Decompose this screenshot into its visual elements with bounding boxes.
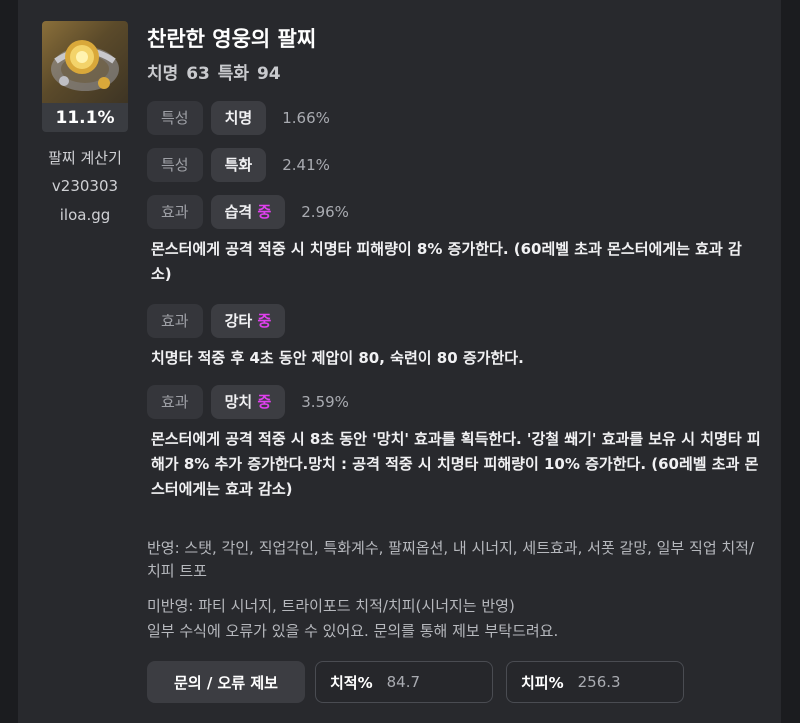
option-row: 효과 습격 중 2.96% (147, 195, 349, 229)
bracelet-icon (42, 21, 128, 105)
item-percent: 11.1% (42, 103, 128, 132)
option-name[interactable]: 강타 중 (210, 304, 286, 338)
option-row: 효과 망치 중 3.59% (147, 385, 349, 419)
option-grade: 중 (257, 203, 272, 221)
option-name[interactable]: 치명 (210, 101, 267, 135)
option-name[interactable]: 습격 중 (210, 195, 286, 229)
option-grade: 중 (257, 312, 272, 330)
crit-rate-value: 84.7 (386, 673, 421, 691)
option-value: 2.96% (301, 203, 349, 221)
option-category: 특성 (147, 148, 203, 182)
report-button[interactable]: 문의 / 오류 제보 (147, 661, 305, 703)
item-stats: 치명 63 특화 94 (147, 64, 281, 84)
option-name[interactable]: 망치 중 (210, 385, 286, 419)
not-reflected-note: 미반영: 파티 시너지, 트라이포드 치적/치피(시너지는 반영) (147, 597, 515, 615)
option-description: 치명타 적중 후 4초 동안 제압이 80, 숙련이 80 증가한다. (151, 349, 524, 367)
option-value: 2.41% (282, 156, 330, 174)
option-name[interactable]: 특화 (210, 148, 267, 182)
option-row: 특성 특화 2.41% (147, 148, 330, 182)
option-value: 1.66% (282, 109, 330, 127)
crit-rate-label: 치적% (330, 673, 373, 692)
item-title: 찬란한 영웅의 팔찌 (147, 27, 317, 51)
crit-damage-field[interactable]: 치피% 256.3 (506, 661, 684, 703)
option-category: 효과 (147, 195, 203, 229)
option-value: 3.59% (301, 393, 349, 411)
option-description: 몬스터에게 공격 적중 시 치명타 피해량이 8% 증가한다. (60레벨 초과… (151, 240, 742, 283)
option-category: 효과 (147, 385, 203, 419)
option-category: 효과 (147, 304, 203, 338)
reflected-note: 반영: 스탯, 각인, 직업각인, 특화계수, 팔찌옵션, 내 시너지, 세트효… (147, 539, 755, 580)
option-description: 몬스터에게 공격 적중 시 8초 동안 '망치' 효과를 획득한다. '강철 쐐… (151, 430, 761, 498)
site-link[interactable]: iloa.gg (30, 206, 140, 224)
crit-damage-value: 256.3 (577, 673, 621, 691)
app-name: 팔찌 계산기 (48, 149, 122, 167)
option-row: 특성 치명 1.66% (147, 101, 330, 135)
option-grade: 중 (257, 393, 272, 411)
crit-rate-field[interactable]: 치적% 84.7 (315, 661, 493, 703)
app-version: v230303 (51, 177, 119, 195)
crit-damage-label: 치피% (521, 673, 564, 692)
disclaimer-note: 일부 수식에 오류가 있을 수 있어요. 문의를 통해 제보 부탁드려요. (147, 622, 559, 640)
option-row: 효과 강타 중 (147, 304, 286, 338)
option-category: 특성 (147, 101, 203, 135)
